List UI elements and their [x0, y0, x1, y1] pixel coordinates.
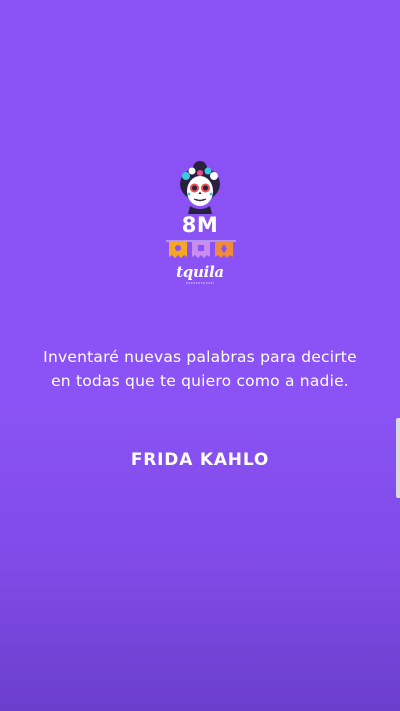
quote-author: FRIDA KAHLO: [130, 450, 270, 470]
papel-picado-banner-icon: [166, 240, 236, 258]
quote-text: Inventaré nuevas palabras para decirte e…: [20, 345, 380, 393]
event-title: 8M: [181, 213, 219, 237]
scroll-indicator[interactable]: [396, 418, 400, 498]
quote-line-1: Inventaré nuevas palabras para decirte: [43, 348, 357, 366]
brand-logo-group: 8M tquila: [0, 160, 400, 290]
quote-line-2: en todas que te quiero como a nadie.: [51, 372, 349, 390]
skull-icon: [180, 161, 220, 214]
story-canvas: 8M tquila Inventaré nuevas palabras para…: [0, 0, 400, 711]
brand-logo-text: tquila: [176, 263, 224, 281]
logo-underline: [186, 282, 214, 284]
